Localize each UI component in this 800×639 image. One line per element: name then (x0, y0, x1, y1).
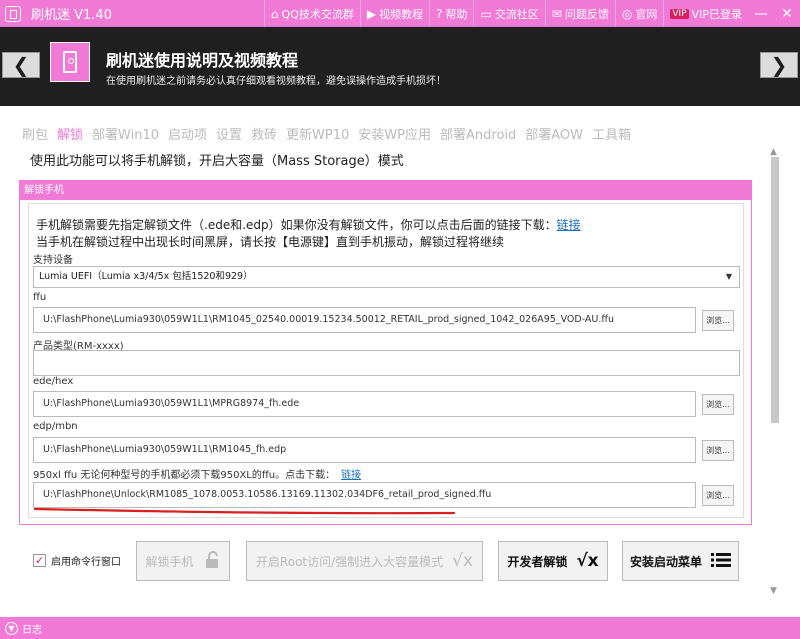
tab-deploy-win10[interactable]: 部署Win10 (92, 124, 159, 143)
edp-path-input[interactable]: U:\FlashPhone\Lumia930\059W1L1\RM1045_fh… (33, 437, 696, 463)
ffu-path-input[interactable]: U:\FlashPhone\Lumia930\059W1L1\RM1045_02… (33, 307, 696, 333)
sqrt-x-icon: √x (452, 551, 474, 571)
phone-icon (50, 42, 90, 82)
globe-icon: ◎ (621, 6, 633, 21)
header-title: 刷机迷使用说明及视频教程 (106, 51, 299, 70)
app-title: 刷机迷 V1.40 (31, 8, 112, 23)
tab-deploy-android[interactable]: 部署Android (440, 124, 516, 143)
ffu950-browse-button[interactable]: 浏览... (702, 485, 734, 506)
title-bar: 刷机迷 V1.40 ⌂ QQ技术交流群 ▶ 视频教程 ? 帮助 ▭ 交流社区 ✉ 问题反馈… (0, 0, 800, 27)
tab-flash[interactable]: 刷包 (22, 124, 48, 143)
info-line-2: 当手机在解锁过程中出现长时间黑屏，请长按【电源键】直到手机振动，解锁过程将继续 (36, 235, 505, 249)
header-subtitle: 在使用刷机迷之前请务必认真仔细观看视频教程，避免误操作造成手机损坏！ (106, 76, 446, 87)
tab-rescue[interactable]: 救砖 (251, 124, 277, 143)
scroll-up-icon[interactable]: ▲ (770, 147, 777, 157)
minimize-button[interactable]: — (748, 0, 774, 27)
menu-official-site[interactable]: ◎ 官网 (614, 0, 663, 27)
video-icon: ▶ (366, 6, 377, 21)
top-menu: ⌂ QQ技术交流群 ▶ 视频教程 ? 帮助 ▭ 交流社区 ✉ 问题反馈 ◎ 官网 VIP VI… (263, 0, 800, 27)
check-icon[interactable]: ✓ (33, 554, 46, 567)
product-type-input[interactable] (33, 350, 740, 376)
chevron-left-icon: ❮ (12, 53, 30, 77)
qq-icon: ⌂ (270, 6, 279, 21)
edp-label: edp/mbn (33, 421, 78, 432)
unlock-files-link[interactable]: 链接 (557, 218, 581, 232)
feedback-icon: ✉ (551, 6, 562, 21)
community-icon: ▭ (480, 6, 492, 21)
tab-unlock[interactable]: 解锁 (57, 124, 83, 143)
tab-bar: 刷包 解锁 部署Win10 启动项 设置 救砖 更新WP10 安装WP应用 部署… (22, 124, 640, 143)
menu-help[interactable]: ? 帮助 (429, 0, 473, 27)
root-access-button[interactable]: 开启Root访问/强制进入大容量模式 √x (246, 541, 483, 581)
info-line-1: 手机解锁需要先指定解锁文件（.ede和.edp）如果你没有解锁文件，你可以点击后… (36, 218, 581, 232)
ffu950-path-input[interactable]: U:\FlashPhone\Unlock\RM1085_1078.0053.10… (33, 482, 696, 508)
install-boot-menu-button[interactable]: 安装启动菜单 (622, 541, 739, 581)
sqrt-x-icon: √x (576, 551, 599, 571)
menu-video-tutorial[interactable]: ▶ 视频教程 (359, 0, 429, 27)
unlock-description: 使用此功能可以将手机解锁，开启大容量（Mass Storage）模式 (30, 154, 404, 169)
ede-label: ede/hex (33, 376, 74, 387)
ffu-browse-button[interactable]: 浏览... (702, 310, 734, 331)
menu-qq-group[interactable]: ⌂ QQ技术交流群 (263, 0, 360, 27)
scroll-down-icon[interactable]: ▼ (770, 586, 777, 596)
device-select[interactable]: Lumia UEFI（Lumia x3/4/5x 包括1520和929） ▼ (33, 266, 740, 288)
tab-settings[interactable]: 设置 (216, 124, 242, 143)
ffu-label: ffu (33, 292, 47, 303)
app-logo-icon (5, 5, 21, 22)
device-label: 支持设备 (33, 255, 73, 266)
header-banner: ❮ 刷机迷使用说明及视频教程 在使用刷机迷之前请务必认真仔细观看视频教程，避免误… (0, 27, 800, 106)
tab-install-wp-app[interactable]: 安装WP应用 (358, 124, 431, 143)
edp-browse-button[interactable]: 浏览... (702, 440, 734, 461)
lock-open-icon (203, 550, 221, 572)
tab-boot-items[interactable]: 启动项 (168, 124, 207, 143)
ede-path-input[interactable]: U:\FlashPhone\Lumia930\059W1L1\MPRG8974_… (33, 391, 696, 417)
tab-deploy-aow[interactable]: 部署AOW (525, 124, 583, 143)
vip-icon: VIP (670, 8, 689, 19)
unlock-phone-button[interactable]: 解锁手机 (136, 541, 230, 581)
chevron-right-icon: ❯ (770, 53, 788, 77)
menu-community[interactable]: ▭ 交流社区 (473, 0, 544, 27)
help-icon: ? (436, 6, 443, 21)
prev-arrow-button[interactable]: ❮ (2, 52, 40, 78)
ede-browse-button[interactable]: 浏览... (702, 394, 734, 415)
ffu950-download-link[interactable]: 链接 (341, 470, 361, 481)
cmd-window-label: 启用命令行窗口 (51, 557, 121, 568)
tab-update-wp10[interactable]: 更新WP10 (286, 124, 349, 143)
log-label: 日志 (22, 624, 42, 636)
ffu950-label: 950xl ffu 无论何种型号的手机都必须下载950XL的ffu。点击下载：链… (33, 470, 362, 481)
red-underline-annotation (34, 507, 456, 515)
tab-toolbox[interactable]: 工具箱 (592, 124, 631, 143)
developer-unlock-button[interactable]: 开发者解锁 √x (498, 541, 608, 581)
status-bar[interactable]: ▼ 日志 (0, 617, 800, 639)
scrollbar-thumb[interactable] (771, 157, 779, 423)
close-button[interactable]: ✕ (774, 0, 800, 27)
menu-feedback[interactable]: ✉ 问题反馈 (544, 0, 615, 27)
panel-title: 解锁手机 (20, 181, 751, 200)
cmd-window-toggle[interactable]: ✓ 启用命令行窗口 (33, 553, 121, 568)
next-arrow-button[interactable]: ❯ (760, 52, 798, 78)
chevron-down-icon: ▼ (725, 272, 732, 281)
list-icon (711, 552, 731, 571)
menu-vip[interactable]: VIP VIP已登录 (663, 0, 748, 27)
chevron-down-circle-icon: ▼ (5, 621, 18, 635)
